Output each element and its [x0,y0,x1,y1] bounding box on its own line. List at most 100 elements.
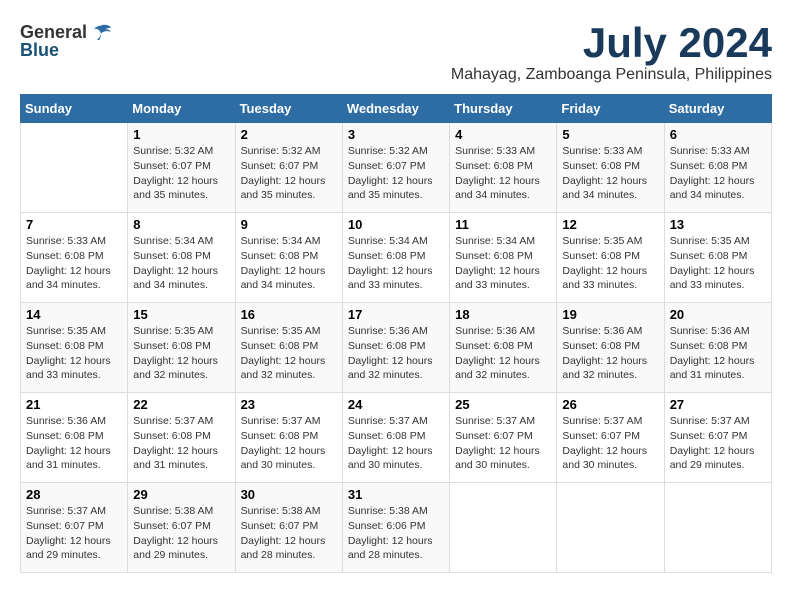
day-info: Sunrise: 5:33 AMSunset: 6:08 PMDaylight:… [670,144,766,203]
day-info: Sunrise: 5:35 AMSunset: 6:08 PMDaylight:… [670,234,766,293]
calendar-cell: 26 Sunrise: 5:37 AMSunset: 6:07 PMDayligh… [557,393,664,483]
day-info: Sunrise: 5:32 AMSunset: 6:07 PMDaylight:… [241,144,337,203]
calendar-cell: 2 Sunrise: 5:32 AMSunset: 6:07 PMDaylight… [235,123,342,213]
calendar-cell: 28 Sunrise: 5:37 AMSunset: 6:07 PMDayligh… [21,483,128,573]
calendar-cell [21,123,128,213]
day-info: Sunrise: 5:37 AMSunset: 6:08 PMDaylight:… [133,414,229,473]
calendar-cell: 24 Sunrise: 5:37 AMSunset: 6:08 PMDayligh… [342,393,449,483]
header-friday: Friday [557,95,664,123]
day-info: Sunrise: 5:37 AMSunset: 6:07 PMDaylight:… [455,414,551,473]
location: Mahayag, Zamboanga Peninsula, Philippine… [451,66,772,84]
day-number: 18 [455,307,551,322]
day-info: Sunrise: 5:38 AMSunset: 6:07 PMDaylight:… [241,504,337,563]
header-tuesday: Tuesday [235,95,342,123]
day-number: 11 [455,217,551,232]
calendar-cell: 15Sunrise: 5:35 AMSunset: 6:08 PMDayligh… [128,303,235,393]
calendar-cell: 8Sunrise: 5:34 AMSunset: 6:08 PMDaylight… [128,213,235,303]
calendar-cell: 27Sunrise: 5:37 AMSunset: 6:07 PMDayligh… [664,393,771,483]
day-info: Sunrise: 5:37 AMSunset: 6:07 PMDaylight:… [26,504,122,563]
week-row-5: 28 Sunrise: 5:37 AMSunset: 6:07 PMDayligh… [21,483,772,573]
week-row-2: 7Sunrise: 5:33 AMSunset: 6:08 PMDaylight… [21,213,772,303]
day-info: Sunrise: 5:32 AMSunset: 6:07 PMDaylight:… [133,144,229,203]
page-header: General Blue July 2024 Mahayag, Zamboang… [20,20,772,84]
day-number: 20 [670,307,766,322]
calendar-cell: 19Sunrise: 5:36 AMSunset: 6:08 PMDayligh… [557,303,664,393]
day-number: 17 [348,307,444,322]
day-number: 12 [562,217,658,232]
day-info: Sunrise: 5:35 AMSunset: 6:08 PMDaylight:… [562,234,658,293]
day-number: 28 [26,487,122,502]
day-info: Sunrise: 5:34 AMSunset: 6:08 PMDaylight:… [241,234,337,293]
day-number: 10 [348,217,444,232]
day-info: Sunrise: 5:38 AMSunset: 6:06 PMDaylight:… [348,504,444,563]
day-info: Sunrise: 5:36 AMSunset: 6:08 PMDaylight:… [26,414,122,473]
header-thursday: Thursday [450,95,557,123]
day-number: 7 [26,217,122,232]
day-info: Sunrise: 5:32 AMSunset: 6:07 PMDaylight:… [348,144,444,203]
day-number: 2 [241,127,337,142]
day-info: Sunrise: 5:34 AMSunset: 6:08 PMDaylight:… [348,234,444,293]
calendar-cell: 3 Sunrise: 5:32 AMSunset: 6:07 PMDaylight… [342,123,449,213]
calendar-cell: 17 Sunrise: 5:36 AMSunset: 6:08 PMDayligh… [342,303,449,393]
day-info: Sunrise: 5:35 AMSunset: 6:08 PMDaylight:… [26,324,122,383]
day-number: 14 [26,307,122,322]
day-info: Sunrise: 5:37 AMSunset: 6:07 PMDaylight:… [562,414,658,473]
calendar-cell: 6 Sunrise: 5:33 AMSunset: 6:08 PMDaylight… [664,123,771,213]
calendar-cell [450,483,557,573]
week-row-4: 21Sunrise: 5:36 AMSunset: 6:08 PMDayligh… [21,393,772,483]
calendar-cell: 9 Sunrise: 5:34 AMSunset: 6:08 PMDaylight… [235,213,342,303]
calendar-cell: 11 Sunrise: 5:34 AMSunset: 6:08 PMDayligh… [450,213,557,303]
day-info: Sunrise: 5:33 AMSunset: 6:08 PMDaylight:… [455,144,551,203]
day-number: 19 [562,307,658,322]
day-number: 24 [348,397,444,412]
calendar-cell: 22 Sunrise: 5:37 AMSunset: 6:08 PMDayligh… [128,393,235,483]
calendar-cell: 4 Sunrise: 5:33 AMSunset: 6:08 PMDaylight… [450,123,557,213]
day-number: 6 [670,127,766,142]
calendar-cell: 1 Sunrise: 5:32 AMSunset: 6:07 PMDaylight… [128,123,235,213]
logo-bird-icon [89,20,113,44]
calendar-cell: 23 Sunrise: 5:37 AMSunset: 6:08 PMDayligh… [235,393,342,483]
calendar-cell: 12 Sunrise: 5:35 AMSunset: 6:08 PMDayligh… [557,213,664,303]
calendar-cell: 13 Sunrise: 5:35 AMSunset: 6:08 PMDayligh… [664,213,771,303]
days-header-row: SundayMondayTuesdayWednesdayThursdayFrid… [21,95,772,123]
day-number: 31 [348,487,444,502]
calendar-cell: 31 Sunrise: 5:38 AMSunset: 6:06 PMDayligh… [342,483,449,573]
day-info: Sunrise: 5:35 AMSunset: 6:08 PMDaylight:… [133,324,229,383]
logo: General Blue [20,20,113,61]
day-info: Sunrise: 5:37 AMSunset: 6:07 PMDaylight:… [670,414,766,473]
calendar-cell: 7Sunrise: 5:33 AMSunset: 6:08 PMDaylight… [21,213,128,303]
calendar-cell: 5Sunrise: 5:33 AMSunset: 6:08 PMDaylight… [557,123,664,213]
calendar-cell: 25 Sunrise: 5:37 AMSunset: 6:07 PMDayligh… [450,393,557,483]
day-info: Sunrise: 5:37 AMSunset: 6:08 PMDaylight:… [348,414,444,473]
day-number: 16 [241,307,337,322]
day-number: 4 [455,127,551,142]
day-info: Sunrise: 5:35 AMSunset: 6:08 PMDaylight:… [241,324,337,383]
header-wednesday: Wednesday [342,95,449,123]
day-info: Sunrise: 5:34 AMSunset: 6:08 PMDaylight:… [455,234,551,293]
day-number: 9 [241,217,337,232]
day-number: 25 [455,397,551,412]
day-number: 23 [241,397,337,412]
month-title: July 2024 [451,20,772,66]
calendar-cell: 30Sunrise: 5:38 AMSunset: 6:07 PMDayligh… [235,483,342,573]
calendar-cell: 21Sunrise: 5:36 AMSunset: 6:08 PMDayligh… [21,393,128,483]
week-row-1: 1 Sunrise: 5:32 AMSunset: 6:07 PMDaylight… [21,123,772,213]
day-info: Sunrise: 5:37 AMSunset: 6:08 PMDaylight:… [241,414,337,473]
calendar-cell [557,483,664,573]
day-number: 26 [562,397,658,412]
title-section: July 2024 Mahayag, Zamboanga Peninsula, … [451,20,772,84]
header-saturday: Saturday [664,95,771,123]
day-number: 22 [133,397,229,412]
day-number: 1 [133,127,229,142]
day-info: Sunrise: 5:36 AMSunset: 6:08 PMDaylight:… [348,324,444,383]
logo-blue-text: Blue [20,40,59,61]
day-number: 13 [670,217,766,232]
calendar-cell [664,483,771,573]
calendar-table: SundayMondayTuesdayWednesdayThursdayFrid… [20,94,772,573]
calendar-cell: 18Sunrise: 5:36 AMSunset: 6:08 PMDayligh… [450,303,557,393]
header-monday: Monday [128,95,235,123]
calendar-cell: 14 Sunrise: 5:35 AMSunset: 6:08 PMDayligh… [21,303,128,393]
day-number: 8 [133,217,229,232]
day-number: 3 [348,127,444,142]
calendar-cell: 16 Sunrise: 5:35 AMSunset: 6:08 PMDayligh… [235,303,342,393]
